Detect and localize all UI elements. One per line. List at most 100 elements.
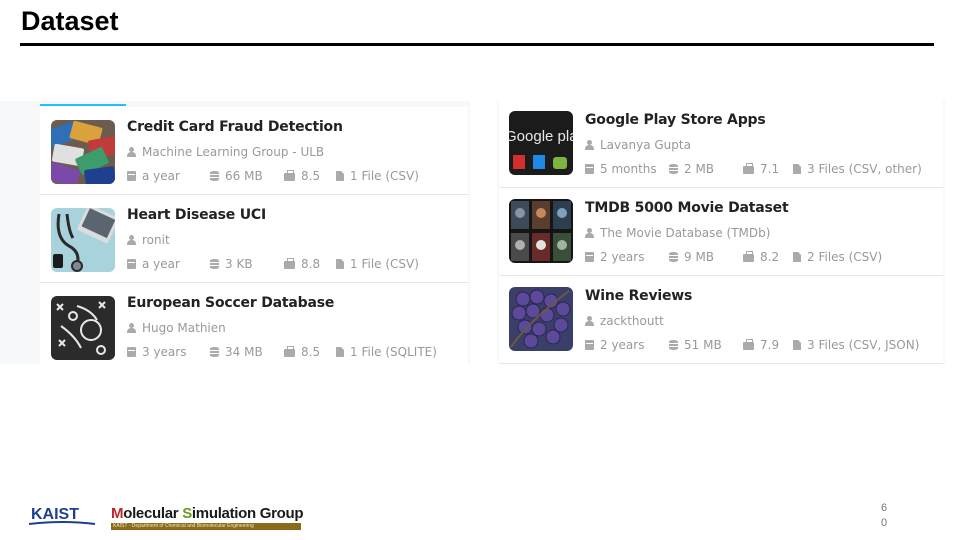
file-icon <box>793 164 801 174</box>
molecular-simulation-group-logo: Molecular Simulation Group KAIST · Depar… <box>111 505 304 530</box>
selected-tab-indicator <box>40 104 126 106</box>
dataset-files: 1 File (SQLITE) <box>350 345 437 359</box>
dataset-thumbnail[interactable] <box>51 120 115 184</box>
owner-row: zackthoutt <box>585 314 664 328</box>
database-icon <box>210 171 219 181</box>
owner-row: Hugo Mathien <box>127 321 226 335</box>
dataset-card[interactable]: Google play Google Play Store Apps Lavan… <box>499 100 943 188</box>
dataset-title[interactable]: Heart Disease UCI <box>127 207 266 223</box>
dataset-card[interactable]: Heart Disease UCI ronit a year 3 KB 8.8 … <box>40 195 468 283</box>
movie-posters-image <box>509 199 573 263</box>
dataset-files: 1 File (CSV) <box>350 169 419 183</box>
calendar-icon <box>127 259 136 269</box>
dataset-age: 2 years <box>600 338 645 352</box>
user-icon <box>585 316 594 326</box>
dataset-size: 2 MB <box>684 162 715 176</box>
google-play-image: Google play <box>509 111 573 175</box>
dataset-thumbnail[interactable]: Google play <box>509 111 573 175</box>
database-icon <box>669 252 678 262</box>
page-number: 60 <box>880 502 888 529</box>
usability-icon <box>284 170 295 181</box>
dataset-card[interactable]: Wine Reviews zackthoutt 2 years 51 MB 7.… <box>499 276 943 364</box>
dataset-age: a year <box>142 169 180 183</box>
stats-row: 3 years 34 MB 8.5 1 File (SQLITE) <box>127 345 437 359</box>
dataset-score: 8.5 <box>301 169 321 183</box>
user-icon <box>127 323 136 333</box>
database-icon <box>210 259 219 269</box>
dataset-score: 8.8 <box>301 257 321 271</box>
dataset-thumbnail[interactable] <box>51 296 115 360</box>
stats-row: 2 years 51 MB 7.9 3 Files (CSV, JSON) <box>585 338 919 352</box>
credit-cards-image <box>51 120 115 184</box>
dataset-owner[interactable]: zackthoutt <box>600 314 664 328</box>
file-icon <box>336 171 344 181</box>
database-icon <box>669 164 678 174</box>
dataset-title[interactable]: European Soccer Database <box>127 295 334 311</box>
dataset-title[interactable]: TMDB 5000 Movie Dataset <box>585 200 789 216</box>
file-icon <box>336 347 344 357</box>
stats-row: 2 years 9 MB 8.2 2 Files (CSV) <box>585 250 882 264</box>
dataset-size: 3 KB <box>225 257 253 271</box>
calendar-icon <box>585 164 594 174</box>
dataset-thumbnail[interactable] <box>51 208 115 272</box>
dataset-owner[interactable]: ronit <box>142 233 170 247</box>
dataset-age: 3 years <box>142 345 187 359</box>
group-subtitle: KAIST · Department of Chemical and Biomo… <box>111 523 301 530</box>
dataset-title[interactable]: Google Play Store Apps <box>585 112 766 128</box>
dataset-score: 7.9 <box>760 338 780 352</box>
dataset-score: 8.5 <box>301 345 321 359</box>
dataset-size: 9 MB <box>684 250 715 264</box>
owner-row: ronit <box>127 233 170 247</box>
dataset-owner[interactable]: The Movie Database (TMDb) <box>600 226 770 240</box>
dataset-files: 2 Files (CSV) <box>807 250 883 264</box>
dataset-score: 7.1 <box>760 162 780 176</box>
dataset-owner[interactable]: Machine Learning Group - ULB <box>142 145 324 159</box>
dataset-title[interactable]: Wine Reviews <box>585 288 692 304</box>
stats-row: a year 66 MB 8.5 1 File (CSV) <box>127 169 419 183</box>
group-name: Molecular Simulation Group <box>111 505 304 522</box>
dataset-age: 2 years <box>600 250 645 264</box>
dataset-score: 8.2 <box>760 250 780 264</box>
calendar-icon <box>585 340 594 350</box>
owner-row: The Movie Database (TMDb) <box>585 226 770 240</box>
stats-row: a year 3 KB 8.8 1 File (CSV) <box>127 257 419 271</box>
dataset-owner[interactable]: Hugo Mathien <box>142 321 226 335</box>
owner-row: Machine Learning Group - ULB <box>127 145 324 159</box>
user-icon <box>127 147 136 157</box>
dataset-size: 34 MB <box>225 345 263 359</box>
user-icon <box>585 140 594 150</box>
dataset-card[interactable]: European Soccer Database Hugo Mathien 3 … <box>40 283 468 364</box>
dataset-owner[interactable]: Lavanya Gupta <box>600 138 691 152</box>
dataset-card[interactable]: Credit Card Fraud Detection Machine Lear… <box>40 107 468 195</box>
soccer-tactics-board-image <box>51 296 115 360</box>
grapes-image <box>509 287 573 351</box>
file-icon <box>793 340 801 350</box>
dataset-files: 3 Files (CSV, other) <box>807 162 922 176</box>
dataset-age: a year <box>142 257 180 271</box>
calendar-icon <box>585 252 594 262</box>
title-rule <box>20 43 934 46</box>
database-icon <box>669 340 678 350</box>
database-icon <box>210 347 219 357</box>
dataset-size: 66 MB <box>225 169 263 183</box>
owner-row: Lavanya Gupta <box>585 138 691 152</box>
usability-icon <box>284 258 295 269</box>
calendar-icon <box>127 347 136 357</box>
usability-icon <box>743 251 754 262</box>
user-icon <box>585 228 594 238</box>
google-play-image-text: Google play <box>509 128 573 145</box>
dataset-thumbnail[interactable] <box>509 199 573 263</box>
slide-title: Dataset <box>21 6 119 36</box>
usability-icon <box>743 163 754 174</box>
dataset-card[interactable]: TMDB 5000 Movie Dataset The Movie Databa… <box>499 188 943 276</box>
dataset-files: 3 Files (CSV, JSON) <box>807 338 920 352</box>
file-icon <box>336 259 344 269</box>
calendar-icon <box>127 171 136 181</box>
kaist-logo: KAIST <box>28 504 97 533</box>
usability-icon <box>284 346 295 357</box>
dataset-size: 51 MB <box>684 338 722 352</box>
dataset-age: 5 months <box>600 162 657 176</box>
dataset-title[interactable]: Credit Card Fraud Detection <box>127 119 343 135</box>
dataset-thumbnail[interactable] <box>509 287 573 351</box>
stethoscope-laptop-image <box>51 208 115 272</box>
